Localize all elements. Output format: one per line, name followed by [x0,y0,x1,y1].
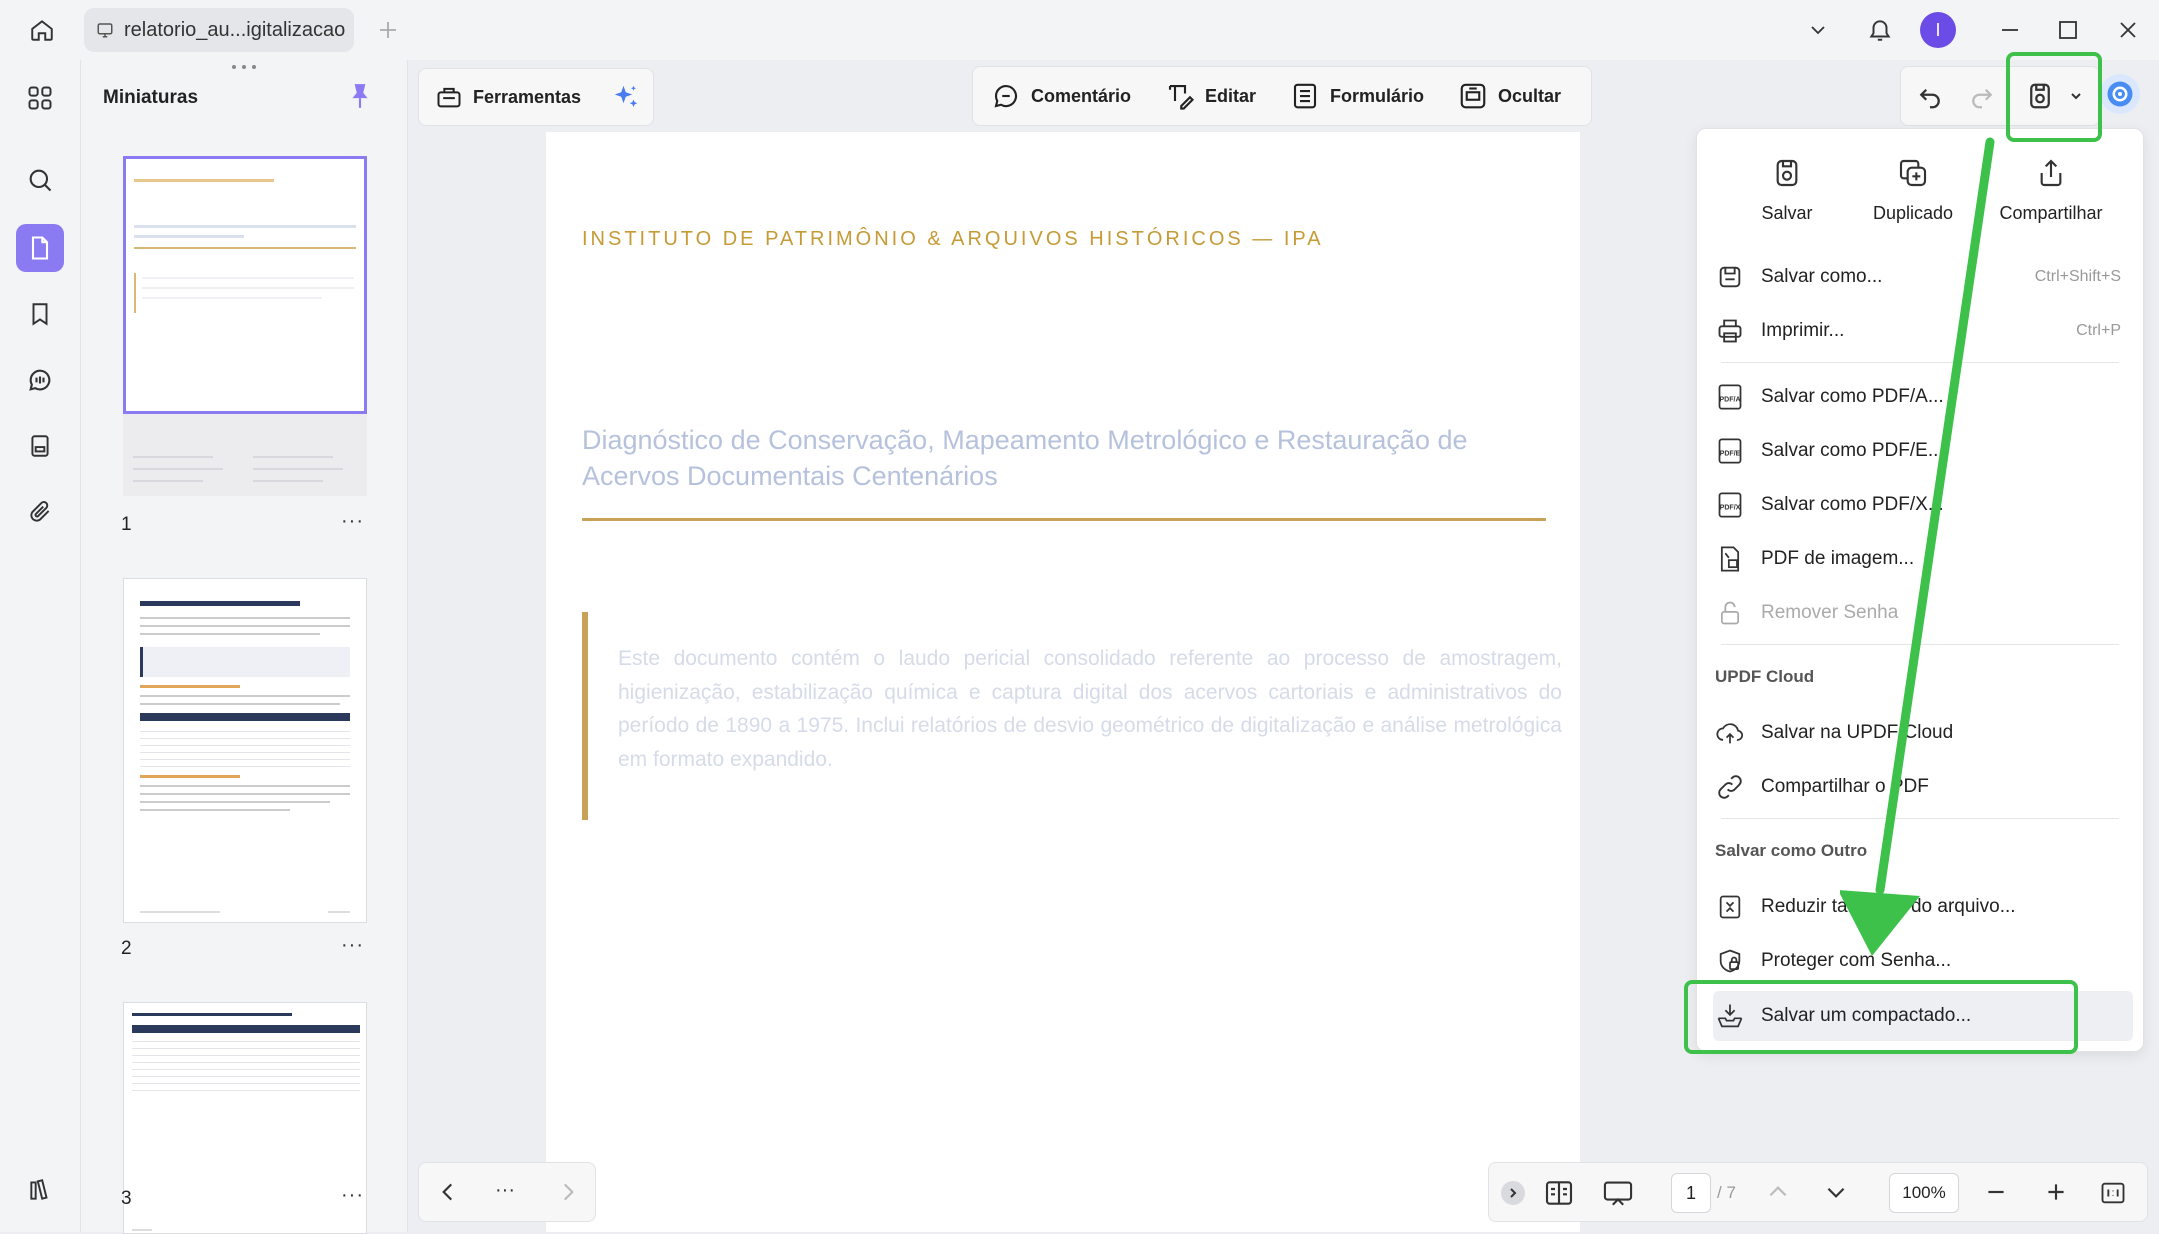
page-layout-icon[interactable] [1543,1177,1575,1209]
pdfe-icon: PDF/E [1715,436,1745,466]
edit-label: Editar [1205,85,1257,106]
ai-assistant-icon[interactable] [2100,74,2140,114]
actual-size-icon[interactable] [2099,1179,2127,1207]
unlock-icon [1715,598,1745,628]
abstract-text: Este documento contém o laudo pericial c… [618,647,1562,771]
nav-more-button[interactable]: ··· [495,1179,515,1202]
hide-button[interactable]: Ocultar [1458,81,1561,111]
layers-icon[interactable] [16,1166,64,1214]
thumbnail-page-number: 2 [121,938,132,959]
page-total: / 7 [1717,1183,1736,1202]
chevron-right-icon[interactable] [555,1179,581,1205]
form-label: Formulário [1330,85,1425,106]
avatar[interactable]: I [1920,12,1956,48]
pdfx-icon: PDF/X [1715,490,1745,520]
hide-label: Ocultar [1498,85,1562,106]
thumbnail-page-2[interactable] [123,578,367,923]
title-divider [582,518,1546,521]
svg-text:PDF/A: PDF/A [1720,397,1741,404]
document-page: INSTITUTO DE PATRIMÔNIO & ARQUIVOS HISTÓ… [546,132,1580,1232]
tools-label: Ferramentas [473,86,582,107]
image-pdf-icon [1715,544,1745,574]
shield-lock-icon [1715,946,1745,976]
zoom-level-input[interactable]: 100% [1889,1173,1959,1213]
abstract-accent-bar [582,612,588,820]
thumbnail-page-number: 1 [121,514,132,535]
zoom-in-icon[interactable] [2043,1179,2069,1205]
thumbnail-more-button[interactable]: ··· [341,1184,364,1207]
apps-grid-icon[interactable] [16,74,64,122]
compress-file-icon [1715,892,1745,922]
page-nav-pill: ··· [418,1162,596,1222]
left-rail [0,60,80,1232]
form-fields-icon[interactable] [16,422,64,470]
document-tab-title: relatorio_au...igitalizacao [124,18,346,41]
tools-toolbar: Ferramentas [418,68,654,126]
attachment-icon[interactable] [16,488,64,536]
shortcut-text: Ctrl+Shift+S [2034,268,2121,285]
quick-save-button[interactable]: Salvar [1727,157,1847,224]
view-status-bar: 1 / 7 100% [1488,1162,2148,1222]
undo-icon[interactable] [1915,81,1945,111]
title-bar: relatorio_au...igitalizacao I [0,0,2159,60]
shortcut-text: Ctrl+P [2076,322,2121,339]
thumbnails-page-icon[interactable] [16,224,64,272]
thumbnail-page-1-footer [123,414,367,496]
next-page-icon[interactable] [1823,1179,1849,1205]
institute-heading: INSTITUTO DE PATRIMÔNIO & ARQUIVOS HISTÓ… [582,228,1324,250]
thumbnail-more-button[interactable]: ··· [341,934,364,957]
comment-button[interactable]: Comentário [991,81,1131,111]
link-icon [1715,772,1745,802]
chevron-left-icon[interactable] [435,1179,461,1205]
quick-save-label: Salvar [1761,203,1813,223]
green-arrow-icon [1840,137,1995,956]
collapse-arrow-icon[interactable] [1501,1181,1525,1205]
comment-label: Comentário [1031,85,1132,106]
tools-button[interactable]: Ferramentas [435,83,581,111]
bookmark-icon[interactable] [16,290,64,338]
highlight-box-save-button [2006,52,2102,142]
comment-list-icon[interactable] [16,356,64,404]
thumbnail-more-button[interactable]: ··· [341,510,364,533]
edit-button[interactable]: Editar [1165,81,1256,111]
thumbnail-page-3[interactable] [123,1002,367,1234]
document-tab-icon [96,21,114,39]
search-icon[interactable] [16,156,64,204]
new-tab-plus-icon[interactable] [372,14,404,46]
cloud-upload-icon [1715,718,1745,748]
document-title: Diagnóstico de Conservação, Mapeamento M… [582,425,1468,491]
home-icon[interactable] [22,12,62,48]
thumbnail-page-1[interactable] [123,156,367,414]
maximize-icon[interactable] [2050,12,2086,48]
presentation-icon[interactable] [1601,1177,1635,1209]
ai-sparkle-icon[interactable] [611,82,641,112]
panel-title: Miniaturas [103,87,199,108]
svg-text:PDF/X: PDF/X [1720,505,1741,512]
document-tab[interactable]: relatorio_au...igitalizacao [84,8,354,52]
thumbnail-page-number: 3 [121,1188,132,1209]
printer-icon [1715,316,1745,346]
pin-icon[interactable] [347,82,373,110]
page-number-input[interactable]: 1 [1671,1173,1711,1213]
chevron-down-icon[interactable] [1802,14,1834,46]
thumbnails-panel: Miniaturas 1 ··· 2 ··· 3 ··· [80,60,408,1234]
edit-toolbar: Comentário Editar Formulário Ocultar [972,66,1592,126]
highlight-box-save-compressed [1684,980,2078,1054]
close-icon[interactable] [2110,12,2146,48]
pdfa-icon: PDF/A [1715,382,1745,412]
svg-text:PDF/E: PDF/E [1720,451,1741,458]
zoom-out-icon[interactable] [1983,1179,2009,1205]
form-button[interactable]: Formulário [1290,81,1424,111]
panel-drag-handle[interactable] [231,64,257,70]
bell-icon[interactable] [1862,12,1898,48]
redo-icon[interactable] [1967,81,1997,111]
prev-page-icon[interactable] [1765,1179,1791,1205]
cloud-section-header: UPDF Cloud [1715,667,1815,686]
minimize-icon[interactable] [1992,12,2028,48]
save-as-icon [1715,262,1745,292]
